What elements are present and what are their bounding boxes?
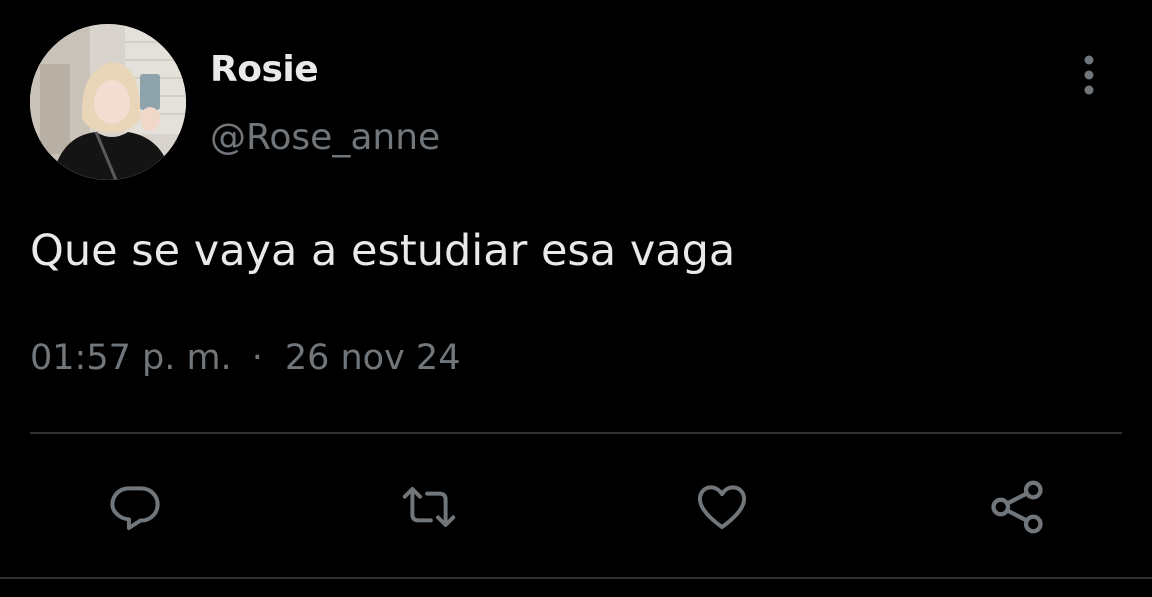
like-button[interactable] bbox=[692, 477, 752, 537]
retweet-button[interactable] bbox=[399, 477, 459, 537]
more-vertical-icon bbox=[1084, 55, 1094, 95]
avatar[interactable] bbox=[30, 24, 186, 180]
user-handle[interactable]: @Rose_anne bbox=[210, 116, 440, 160]
profile-photo-icon bbox=[30, 24, 186, 180]
share-icon bbox=[991, 480, 1043, 534]
reply-button[interactable] bbox=[105, 477, 165, 537]
divider bbox=[30, 432, 1122, 434]
tweet-card: Rosie @Rose_anne Que se vaya a estudiar … bbox=[0, 0, 1152, 597]
tweet-meta: 01:57 p. m. · 26 nov 24 bbox=[30, 336, 460, 380]
tweet-time[interactable]: 01:57 p. m. bbox=[30, 338, 232, 378]
retweet-icon bbox=[402, 487, 456, 527]
heart-icon bbox=[698, 485, 746, 530]
display-name[interactable]: Rosie bbox=[210, 48, 319, 92]
more-options-button[interactable] bbox=[1066, 52, 1112, 98]
bottom-divider bbox=[0, 577, 1152, 579]
meta-separator: · bbox=[251, 338, 263, 378]
reply-icon bbox=[110, 486, 160, 530]
tweet-date[interactable]: 26 nov 24 bbox=[285, 338, 461, 378]
share-button[interactable] bbox=[987, 477, 1047, 537]
tweet-text: Que se vaya a estudiar esa vaga bbox=[30, 226, 736, 276]
